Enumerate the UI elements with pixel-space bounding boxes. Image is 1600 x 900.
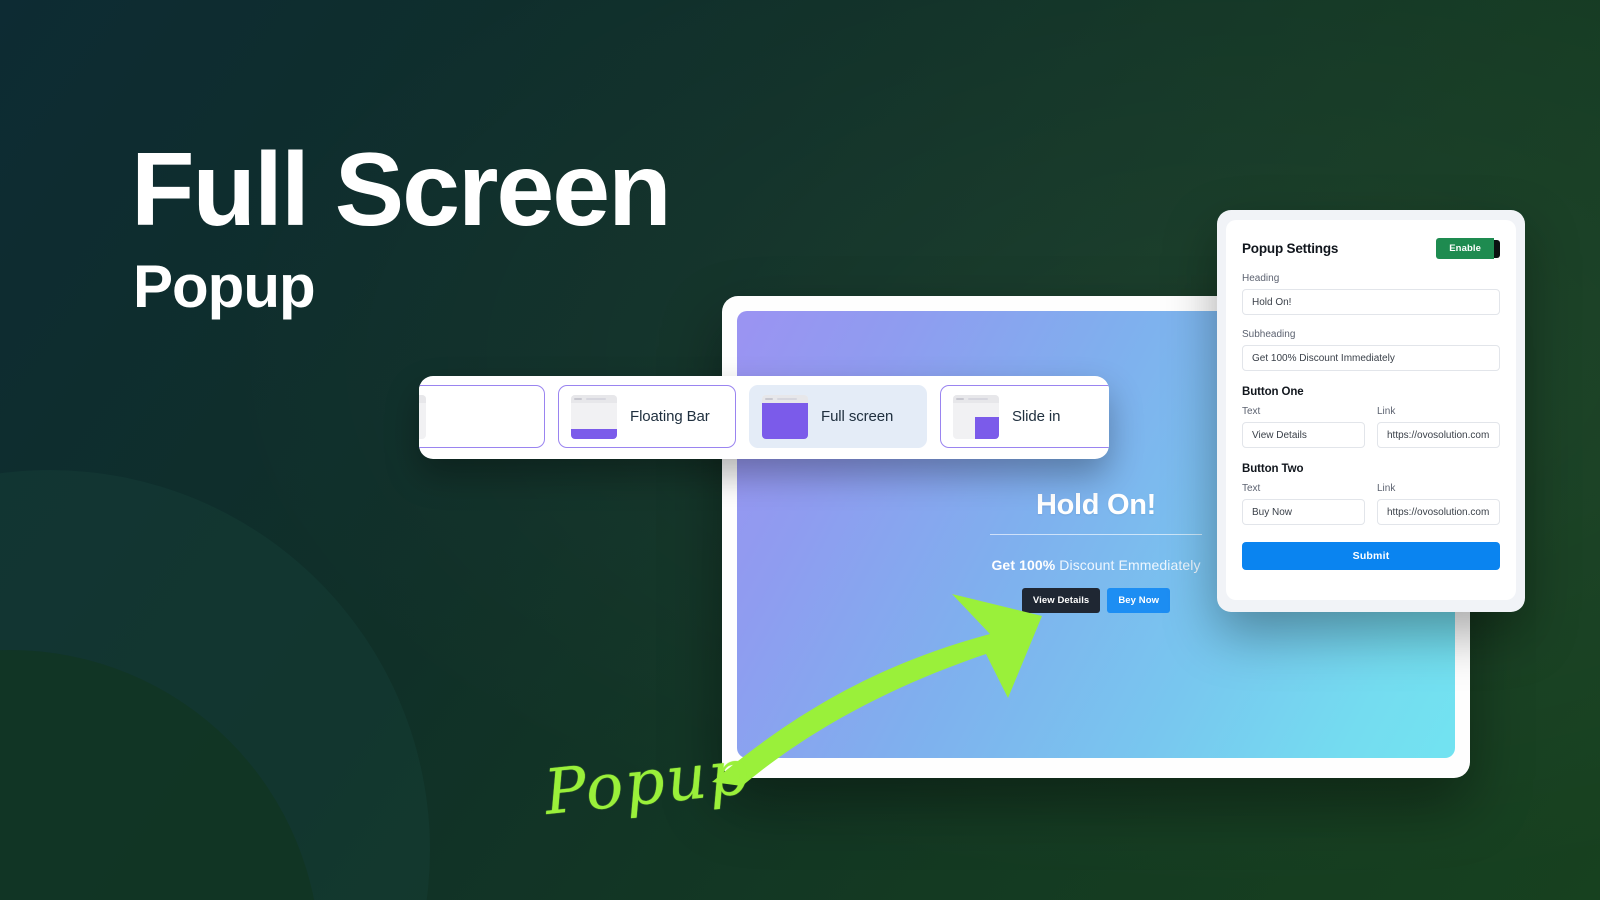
popup-settings-card: Popup Settings Enable Heading Hold On! S… (1226, 220, 1516, 600)
heading-input[interactable]: Hold On! (1242, 289, 1500, 315)
popup-subheading-rest: Discount Emmediately (1055, 557, 1201, 573)
button-one-link-input[interactable]: https://ovosolution.com (1377, 422, 1500, 448)
button-one-section-title: Button One (1242, 386, 1304, 398)
partial-left-thumb-icon (419, 394, 426, 439)
popup-heading: Hold On! (1035, 489, 1156, 521)
button-two-link-label: Link (1377, 483, 1396, 494)
popup-type-tab-floating-bar[interactable]: Floating Bar (558, 385, 736, 448)
floating-bar-thumb-icon (571, 394, 617, 439)
settings-title: Popup Settings (1242, 241, 1339, 256)
popup-type-tab-partial-left[interactable] (419, 385, 545, 448)
popup-type-tab-label: Full screen (821, 408, 894, 425)
subheading-input[interactable]: Get 100% Discount Immediately (1242, 345, 1500, 371)
popup-type-tab-row: Floating Bar Full screen Slide in (419, 385, 1109, 448)
popup-settings-panel: Popup Settings Enable Heading Hold On! S… (1217, 210, 1525, 612)
submit-button[interactable]: Submit (1242, 542, 1500, 570)
poster-stage: Full Screen Popup Hold On! Get 100% Disc… (0, 0, 1600, 900)
heading-field-label: Heading (1242, 273, 1280, 284)
slide-in-thumb-icon (953, 394, 999, 439)
full-screen-thumb-icon (762, 394, 808, 439)
enable-toggle-knob (1494, 239, 1500, 258)
button-two-fields: Text Buy Now Link https://ovosolution.co… (1242, 475, 1500, 525)
popup-type-tab-label: Floating Bar (630, 408, 710, 425)
button-one-fields: Text View Details Link https://ovosoluti… (1242, 398, 1500, 448)
page-title: Full Screen (131, 132, 672, 248)
enable-toggle[interactable]: Enable (1436, 238, 1500, 259)
settings-header: Popup Settings Enable (1242, 238, 1500, 259)
page-subtitle: Popup (133, 252, 316, 320)
popup-type-tab-label: Slide in (1012, 408, 1061, 425)
popup-divider (990, 534, 1202, 535)
button-two-section-title: Button Two (1242, 463, 1304, 475)
button-one-link-label: Link (1377, 406, 1396, 417)
subheading-field-label: Subheading (1242, 329, 1296, 340)
button-two-text-label: Text (1242, 483, 1261, 494)
button-one-text-label: Text (1242, 406, 1261, 417)
button-two-link-input[interactable]: https://ovosolution.com (1377, 499, 1500, 525)
popup-type-tab-full-screen[interactable]: Full screen (749, 385, 927, 448)
button-two-text-input[interactable]: Buy Now (1242, 499, 1365, 525)
button-one-text-input[interactable]: View Details (1242, 422, 1365, 448)
headline-block: Full Screen Popup (131, 132, 672, 320)
popup-type-tabstrip: Floating Bar Full screen Slide in (419, 376, 1109, 459)
popup-buy-now-button[interactable]: Bey Now (1107, 588, 1171, 613)
enable-toggle-label: Enable (1436, 238, 1494, 259)
popup-type-tab-slide-in[interactable]: Slide in (940, 385, 1109, 448)
